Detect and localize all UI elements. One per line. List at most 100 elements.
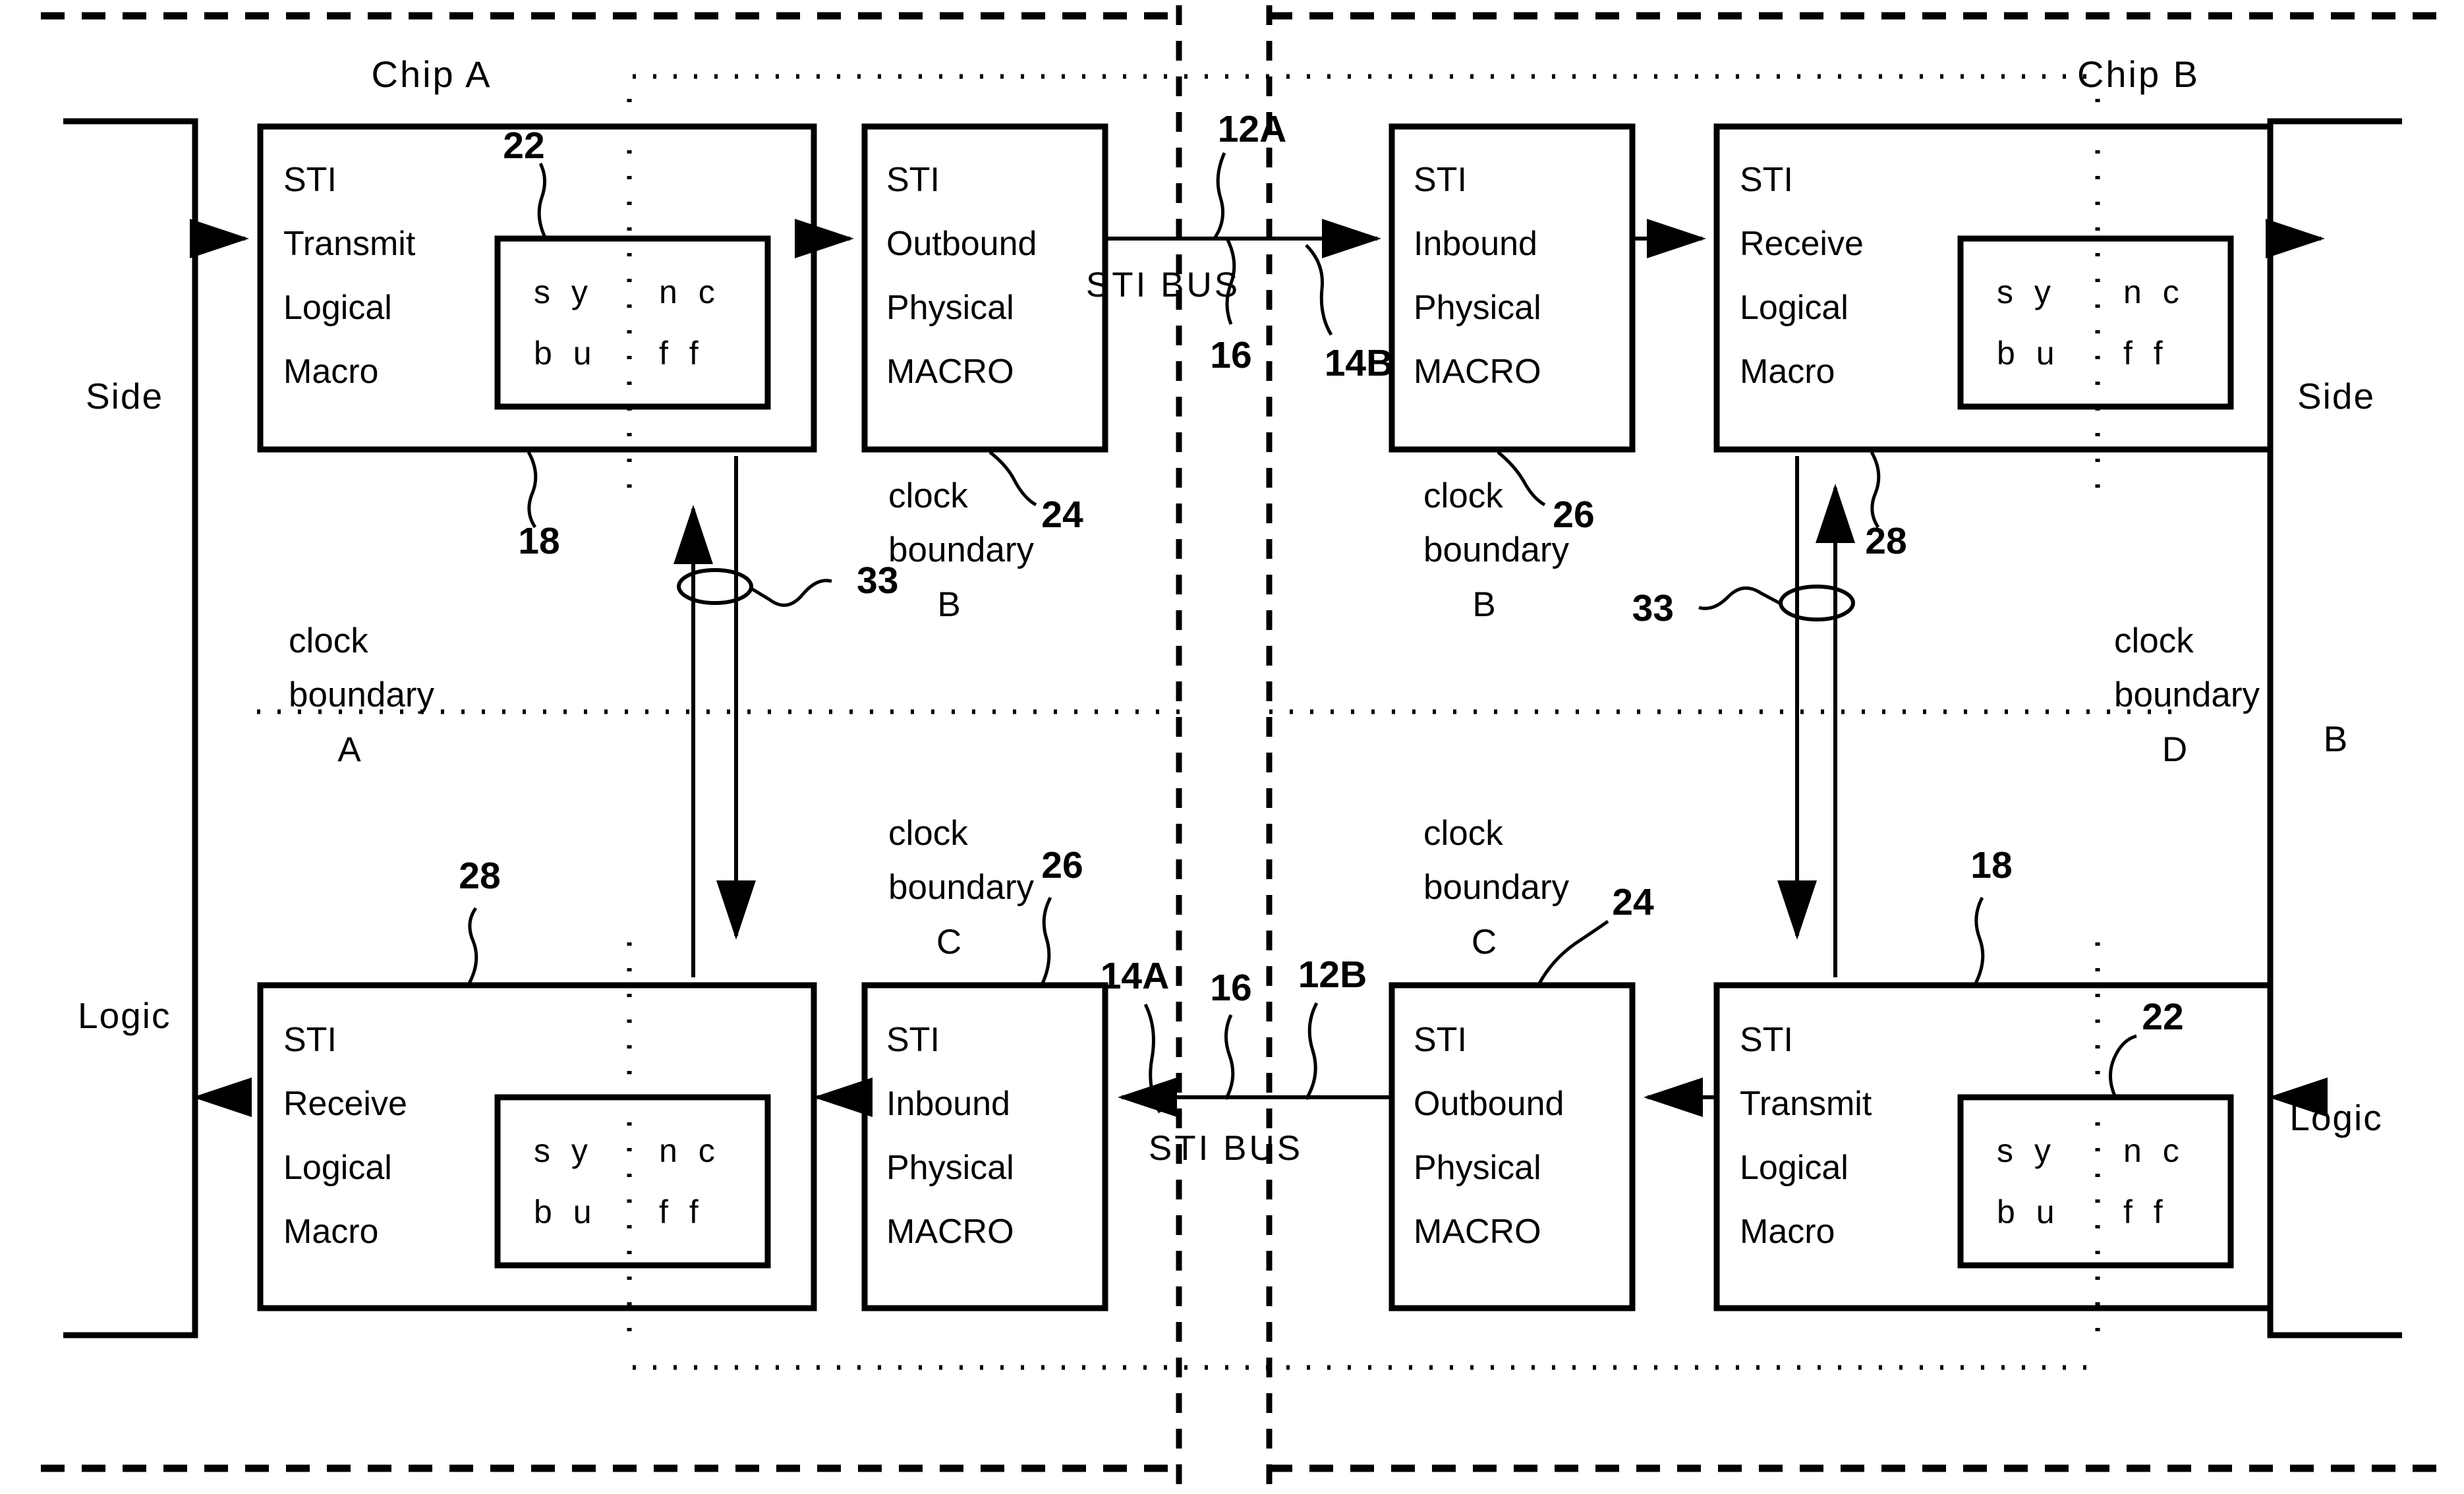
ref-28-rx-a: 28 — [459, 855, 500, 897]
block-label-tx-a-line4: Macro — [283, 353, 378, 391]
ref-12A: 12A — [1218, 108, 1287, 150]
clock-boundary-a-line2: boundary — [289, 675, 435, 714]
ref-26-in-a: 26 — [1041, 844, 1083, 886]
leader-18-tx-b — [1974, 896, 1985, 985]
clock-boundary-c-left-line1: clock — [888, 814, 968, 853]
block-label-in-a-line2: Inbound — [886, 1085, 1010, 1123]
clock-boundary-b-right-line3: B — [1472, 585, 1495, 624]
sync-label-tx-a-ff: f f — [659, 335, 704, 372]
sync-label-tx-a-bu: b u — [534, 335, 598, 372]
block-label-out-a-line3: Physical — [886, 289, 1014, 327]
left-logic-label: Logic — [78, 995, 171, 1036]
leader-14B — [1305, 244, 1333, 336]
right-mid-label: B — [2324, 718, 2349, 759]
sync-label-rx-b-bu: b u — [1997, 335, 2061, 372]
block-label-rx-b-line3: Logical — [1740, 289, 1848, 327]
block-label-tx-b-line2: Transmit — [1740, 1085, 1872, 1123]
leader-24-out-b — [1537, 919, 1609, 985]
block-label-rx-a-line3: Logical — [283, 1149, 392, 1187]
leader-26-in-a — [1041, 896, 1052, 985]
clock-boundary-c-right-line1: clock — [1423, 814, 1503, 853]
block-label-out-a-line4: MACRO — [886, 353, 1014, 391]
leader-22-tx-b — [2109, 1034, 2137, 1099]
block-label-out-b-line2: Outbound — [1414, 1085, 1564, 1123]
sync-label-tx-b-bu: b u — [1997, 1193, 2061, 1230]
sync-label-rx-a-ff: f f — [659, 1193, 704, 1230]
clock-boundary-b-left-line2: boundary — [888, 531, 1035, 569]
block-label-tx-a-line3: Logical — [283, 289, 392, 327]
leader-24-out-a — [988, 451, 1037, 507]
leader-16-bottom — [1224, 1014, 1235, 1101]
block-label-in-a-line3: Physical — [886, 1149, 1014, 1187]
block-label-tx-b-line1: STI — [1740, 1021, 1793, 1059]
sync-label-tx-a-nc: n c — [659, 273, 721, 310]
sync-label-rx-a-sy: s y — [534, 1132, 594, 1169]
crossing-marker-oval-left — [677, 568, 753, 605]
ref-14B: 14B — [1325, 342, 1394, 384]
sync-label-rx-a-nc: n c — [659, 1132, 721, 1169]
leader-22-tx-a — [537, 162, 548, 240]
clock-boundary-c-right-line2: boundary — [1423, 868, 1570, 907]
sync-buffer-box-rx-a — [494, 1094, 771, 1269]
leader-12B — [1304, 1002, 1319, 1101]
leader-18-tx-a — [527, 451, 538, 529]
clock-boundary-b-right-line2: boundary — [1423, 531, 1570, 569]
block-label-out-a-line2: Outbound — [886, 225, 1037, 263]
block-label-rx-a-line1: STI — [283, 1021, 337, 1059]
clock-boundary-c-left-line2: boundary — [888, 868, 1035, 907]
ref-12B: 12B — [1298, 954, 1367, 996]
block-label-rx-b-line2: Receive — [1740, 225, 1864, 263]
block-label-in-b-line3: Physical — [1414, 289, 1541, 327]
crossing-marker-oval-right — [1779, 585, 1855, 621]
leader-33-left — [750, 579, 832, 607]
ref-16-bottom: 16 — [1210, 967, 1251, 1009]
block-label-in-a-line4: MACRO — [886, 1213, 1014, 1251]
block-label-rx-a-line4: Macro — [283, 1213, 378, 1251]
block-sti-receive-logical-macro-b[interactable] — [1713, 123, 2274, 453]
block-label-rx-b-line4: Macro — [1740, 353, 1835, 391]
sync-label-tx-b-sy: s y — [1997, 1132, 2057, 1169]
ref-18-tx-b: 18 — [1970, 844, 2012, 886]
clock-boundary-c-right-line3: C — [1472, 923, 1497, 962]
diagram-svg: Chip A Chip B Side Logic Side B Logic ST… — [41, 5, 2438, 1488]
sync-buffer-box-tx-a — [494, 235, 771, 410]
block-label-in-b-line2: Inbound — [1414, 225, 1537, 263]
block-label-rx-a-line2: Receive — [283, 1085, 407, 1123]
block-sti-transmit-logical-macro-b[interactable] — [1713, 982, 2274, 1311]
right-logic-label: Logic — [2289, 1097, 2382, 1138]
ref-18-tx-a: 18 — [518, 520, 559, 562]
sync-buffer-box-rx-b — [1957, 235, 2234, 410]
block-label-tx-a-line1: STI — [283, 161, 337, 199]
ref-33-right: 33 — [1632, 587, 1674, 629]
block-label-in-b-line4: MACRO — [1414, 353, 1541, 391]
sync-label-rx-b-ff: f f — [2123, 335, 2169, 372]
block-label-tx-a-line2: Transmit — [283, 225, 416, 263]
left-edge-bracket — [63, 118, 198, 1338]
sync-label-rx-b-nc: n c — [2123, 273, 2185, 310]
ref-24-out-b: 24 — [1612, 881, 1654, 923]
clock-boundary-a-line3: A — [337, 730, 361, 769]
leader-28-rx-a — [467, 907, 478, 985]
ref-28-rx-b: 28 — [1865, 520, 1906, 562]
sync-label-rx-b-sy: s y — [1997, 273, 2057, 310]
block-label-rx-b-line1: STI — [1740, 161, 1793, 199]
clock-boundary-a-line1: clock — [289, 621, 368, 660]
clock-boundary-d-line3: D — [2162, 730, 2187, 769]
leader-33-right — [1698, 586, 1782, 610]
block-label-tx-b-line3: Logical — [1740, 1149, 1848, 1187]
block-label-in-b-line1: STI — [1414, 161, 1467, 199]
block-label-in-a-line1: STI — [886, 1021, 940, 1059]
clock-boundary-b-left-line3: B — [937, 585, 960, 624]
ref-16-top: 16 — [1210, 334, 1251, 376]
sync-label-rx-a-bu: b u — [534, 1193, 598, 1230]
ref-24-out-a: 24 — [1041, 494, 1083, 536]
clock-boundary-c-left-line3: C — [936, 923, 961, 962]
block-label-out-b-line3: Physical — [1414, 1149, 1541, 1187]
block-label-out-b-line4: MACRO — [1414, 1213, 1541, 1251]
sync-label-tx-b-nc: n c — [2123, 1132, 2185, 1169]
leader-26-in-b — [1497, 451, 1546, 507]
sync-label-tx-a-sy: s y — [534, 273, 594, 310]
sti-bus-label-bottom: STI BUS — [1149, 1129, 1303, 1168]
chip-b-label: Chip B — [2077, 53, 2200, 95]
clock-boundary-d-line1: clock — [2114, 621, 2194, 660]
